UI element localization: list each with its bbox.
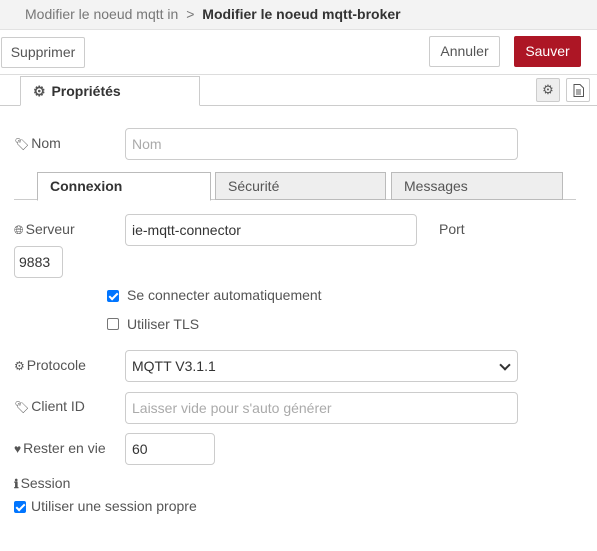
tag-icon: 🏷︎ [14, 400, 30, 414]
server-input[interactable]: ie-mqtt-connector [125, 214, 417, 246]
tab-messages[interactable]: Messages [391, 172, 563, 200]
tab-properties[interactable]: ⚙ Propriétés [20, 76, 200, 106]
editor-header: Modifier le noeud mqtt in > Modifier le … [0, 0, 597, 30]
tab-properties-label: Propriétés [51, 83, 121, 99]
server-label-text: Serveur [25, 221, 75, 237]
heartbeat-icon: ♥ [14, 442, 22, 456]
tab-securite[interactable]: Sécurité [215, 172, 386, 200]
tag-icon: 🏷︎ [14, 137, 30, 151]
client-id-label-text: Client ID [31, 398, 85, 414]
protocol-select-value: MQTT V3.1.1 [132, 358, 216, 374]
port-input[interactable]: 9883 [14, 246, 63, 278]
keepalive-label: ♥ Rester en vie [14, 440, 106, 456]
clean-session-checkbox[interactable] [14, 501, 26, 513]
protocol-label: ⚙ Protocole [14, 357, 86, 373]
name-label: 🏷︎ Nom [14, 135, 61, 151]
breadcrumb-separator: > [186, 6, 195, 22]
tab-connexion[interactable]: Connexion [37, 172, 211, 201]
settings-tab-button[interactable]: ⚙ [536, 78, 560, 102]
file-text-icon [573, 84, 584, 98]
save-button[interactable]: Sauver [514, 36, 581, 67]
breadcrumb: Modifier le noeud mqtt in > Modifier le … [25, 6, 401, 22]
session-label-text: Session [20, 475, 71, 491]
auto-connect-checkbox[interactable] [107, 290, 119, 302]
name-label-text: Nom [31, 135, 61, 151]
gear-icon: ⚙ [542, 82, 554, 97]
clean-session-label: Utiliser une session propre [31, 498, 197, 514]
protocol-label-text: Protocole [26, 357, 86, 373]
use-tls-label: Utiliser TLS [127, 316, 200, 332]
globe-icon: 🌐︎ [14, 223, 24, 237]
name-input[interactable]: Nom [125, 128, 518, 160]
gear-icon: ⚙ [33, 83, 46, 99]
keepalive-input[interactable]: 60 [125, 433, 215, 465]
port-label: Port [439, 221, 465, 237]
use-tls-checkbox[interactable] [107, 318, 119, 330]
server-label: 🌐︎ Serveur [14, 221, 75, 238]
auto-connect-label: Se connecter automatiquement [127, 287, 322, 303]
breadcrumb-previous[interactable]: Modifier le noeud mqtt in [25, 6, 178, 22]
client-id-input[interactable]: Laisser vide pour s'auto générer [125, 392, 518, 424]
delete-button[interactable]: Supprimer [1, 37, 85, 68]
cancel-button[interactable]: Annuler [429, 36, 500, 67]
keepalive-label-text: Rester en vie [23, 440, 106, 456]
description-tab-button[interactable] [566, 78, 590, 102]
protocol-select[interactable]: MQTT V3.1.1 [125, 350, 518, 382]
session-label: ℹ Session [14, 475, 70, 491]
info-icon: ℹ [14, 477, 19, 491]
editor-toolbar: Supprimer Annuler Sauver [0, 31, 597, 75]
client-id-label: 🏷︎ Client ID [14, 398, 85, 414]
breadcrumb-current: Modifier le noeud mqtt-broker [202, 6, 401, 22]
gear-icon: ⚙ [14, 359, 25, 373]
